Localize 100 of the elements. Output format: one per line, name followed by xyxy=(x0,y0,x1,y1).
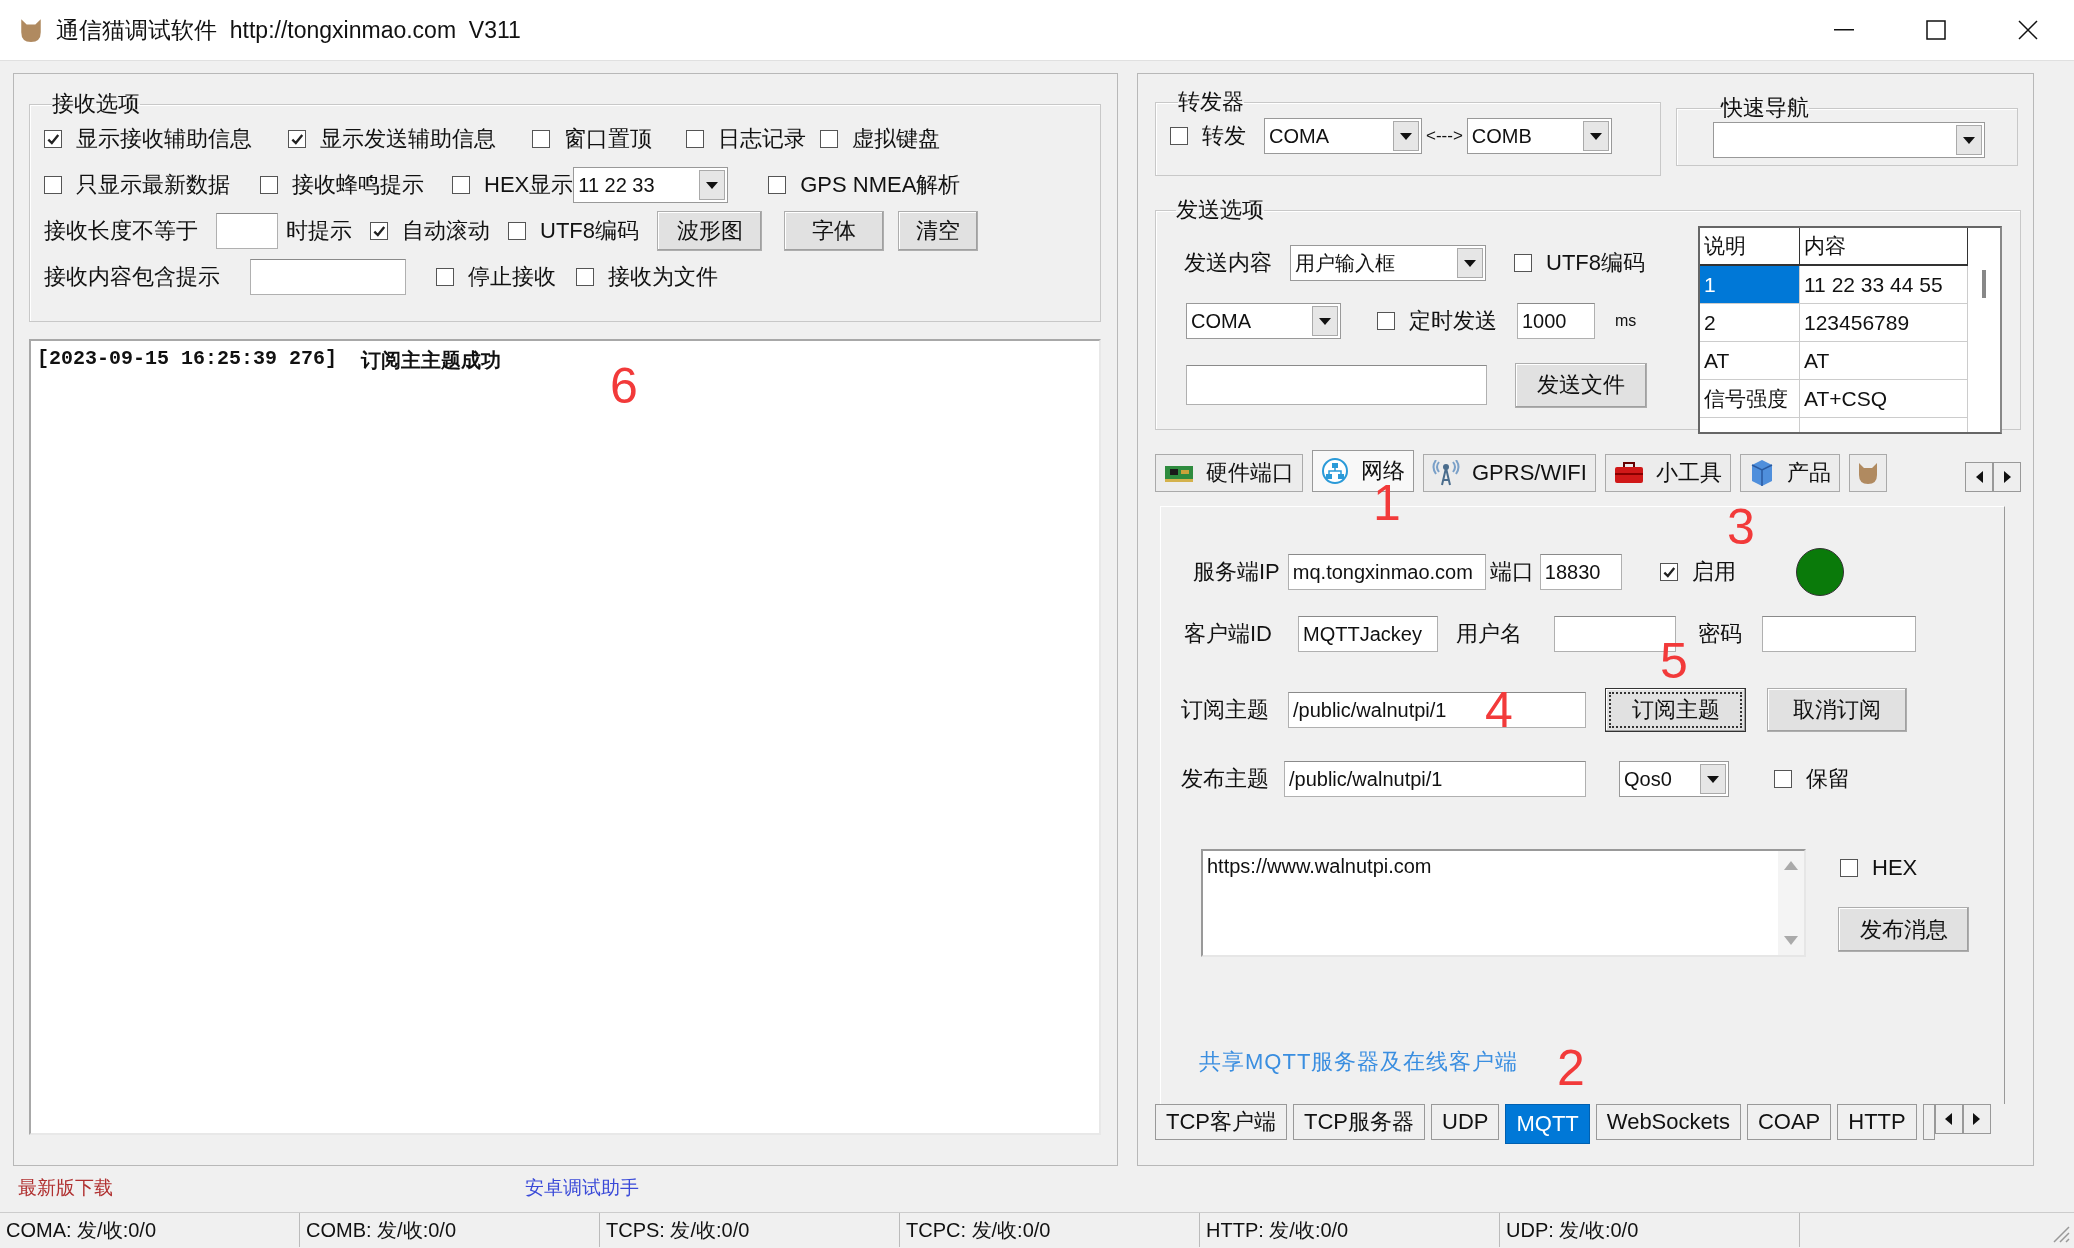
minimize-icon xyxy=(1834,29,1854,31)
dropdown-arrow-icon xyxy=(1963,136,1975,144)
tab[interactable]: GPRS/WIFI xyxy=(1423,454,1596,492)
publish-topic-field[interactable]: /public/walnutpi/1 xyxy=(1284,761,1586,797)
table-cell[interactable]: 1 xyxy=(1700,266,1800,304)
dropdown[interactable]: 用户输入框 xyxy=(1290,245,1486,281)
checkbox[interactable] xyxy=(370,222,388,240)
scroll-right-button[interactable] xyxy=(1962,1104,1991,1134)
checkbox[interactable] xyxy=(508,222,526,240)
unsubscribe-button[interactable]: 取消订阅 xyxy=(1767,688,1907,732)
table-cell[interactable]: 信号强度 xyxy=(1700,380,1800,418)
annotation-number: 3 xyxy=(1727,502,1755,552)
scrollbar-thumb[interactable] xyxy=(1982,270,1986,298)
dropdown-arrow-icon xyxy=(1319,317,1331,325)
checkbox-label: HEX xyxy=(1872,855,1918,881)
message-field[interactable]: https://www.walnutpi.com xyxy=(1201,849,1806,957)
button[interactable]: 清空 xyxy=(898,211,978,251)
tab[interactable]: 硬件端口 xyxy=(1155,454,1303,492)
tab[interactable]: HTTP xyxy=(1837,1104,1917,1140)
checkbox-label: 定时发送 xyxy=(1409,307,1497,335)
tab[interactable]: MQTT xyxy=(1505,1104,1590,1144)
publish-button[interactable]: 发布消息 xyxy=(1838,907,1969,952)
checkbox-label: 停止接收 xyxy=(468,263,556,291)
dropdown[interactable]: Qos0 xyxy=(1619,761,1729,797)
dropdown[interactable] xyxy=(1713,122,1985,158)
checkbox[interactable] xyxy=(1774,770,1792,788)
table-cell[interactable]: 123456789 xyxy=(1800,304,1968,342)
button[interactable]: 波形图 xyxy=(657,211,762,251)
tab[interactable]: UDP xyxy=(1431,1104,1500,1140)
checkbox[interactable] xyxy=(820,130,838,148)
tab[interactable]: COAP xyxy=(1746,1104,1832,1140)
subscribe-button[interactable]: 订阅主题 xyxy=(1605,688,1746,732)
table-cell[interactable]: AT xyxy=(1800,342,1968,380)
checkbox[interactable] xyxy=(452,176,470,194)
android-link[interactable]: 安卓调试助手 xyxy=(525,1175,639,1201)
maximize-icon xyxy=(1926,20,1946,40)
table-cell[interactable]: 11 22 33 44 55 xyxy=(1800,266,1968,304)
checkbox[interactable] xyxy=(532,130,550,148)
subscribe-topic-field[interactable]: /public/walnutpi/1 4 xyxy=(1288,692,1586,728)
table-cell[interactable]: 2 xyxy=(1700,304,1800,342)
checkbox[interactable] xyxy=(1840,859,1858,877)
server-ip-field[interactable]: mq.tongxinmao.com xyxy=(1287,554,1486,590)
checkbox[interactable] xyxy=(44,176,62,194)
port-field[interactable]: 18830 xyxy=(1539,554,1622,590)
group-title: 发送选项 xyxy=(1176,198,1264,222)
checkbox-label: 启用 xyxy=(1691,558,1736,586)
circuit-board-icon xyxy=(1164,463,1194,483)
scroll-left-button[interactable] xyxy=(1934,1104,1963,1134)
status-text: COMA: 发/收:0/0 xyxy=(6,1217,157,1243)
client-id-field[interactable]: MQTTJackey xyxy=(1298,616,1438,652)
tab[interactable]: TCP客户端 xyxy=(1155,1104,1287,1140)
checkbox[interactable] xyxy=(1377,312,1395,330)
checkbox-label: 接收为文件 xyxy=(608,263,718,291)
tab[interactable]: WebSockets xyxy=(1595,1104,1741,1140)
checkbox[interactable] xyxy=(576,268,594,286)
checkbox[interactable] xyxy=(1659,563,1678,581)
file-path-field[interactable] xyxy=(1186,365,1487,405)
group-title: 接收选项 xyxy=(52,92,140,116)
log-message: 订阅主主题成功 xyxy=(361,348,502,374)
field-label: 客户端ID xyxy=(1184,620,1272,648)
field-label: 时提示 xyxy=(286,217,352,245)
scroll-right-button[interactable] xyxy=(1993,462,2021,492)
table-cell[interactable]: AT+CSQ xyxy=(1800,380,1968,418)
log-timestamp: [2023-09-15 16:25:39 276] xyxy=(37,347,338,372)
tab[interactable] xyxy=(1848,454,1887,492)
dropdown[interactable]: COMA xyxy=(1264,118,1422,154)
tab[interactable]: 小工具 xyxy=(1604,454,1731,492)
checkbox[interactable] xyxy=(768,176,787,194)
checkbox[interactable] xyxy=(44,130,62,148)
checkbox[interactable] xyxy=(686,130,704,148)
dropdown[interactable]: 11 22 33 xyxy=(573,167,729,203)
column-header: 内容 xyxy=(1800,228,1968,266)
password-field[interactable] xyxy=(1762,616,1916,652)
window-title: 通信猫调试软件 http://tongxinmao.com V311 xyxy=(56,15,521,45)
status-text: UDP: 发/收:0/0 xyxy=(1506,1217,1639,1243)
field-label: 发送内容 xyxy=(1184,249,1272,277)
checkbox[interactable] xyxy=(260,176,278,194)
tab[interactable]: 产品 xyxy=(1739,454,1840,492)
dropdown[interactable]: COMA xyxy=(1186,303,1341,339)
right-arrow-icon xyxy=(1973,1113,1981,1125)
dropdown[interactable]: COMB xyxy=(1466,118,1612,154)
close-icon xyxy=(2018,20,2038,40)
checkbox[interactable] xyxy=(1170,127,1188,145)
group-title: 快速导航 xyxy=(1721,96,1809,120)
send-file-button[interactable]: 发送文件 xyxy=(1515,362,1647,408)
button[interactable]: 字体 xyxy=(784,211,884,251)
network-icon xyxy=(1321,457,1349,485)
checkbox[interactable] xyxy=(436,268,454,286)
scroll-left-button[interactable] xyxy=(1965,462,1993,492)
checkbox[interactable] xyxy=(1514,254,1532,272)
checkbox[interactable] xyxy=(288,130,306,148)
interval-field[interactable]: 1000 xyxy=(1517,303,1595,339)
table-cell[interactable]: AT xyxy=(1700,342,1800,380)
antenna-icon xyxy=(1432,460,1460,486)
group-title: 转发器 xyxy=(1178,90,1244,114)
toolbox-icon xyxy=(1613,462,1644,484)
input-field[interactable] xyxy=(250,259,406,295)
tab[interactable]: TCP服务器 xyxy=(1293,1104,1425,1140)
input-field[interactable] xyxy=(216,213,278,249)
download-link[interactable]: 最新版下载 xyxy=(18,1175,113,1201)
